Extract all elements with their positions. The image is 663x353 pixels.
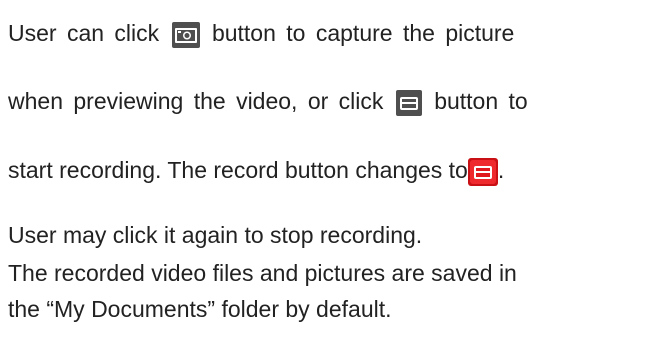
paragraph-line-1: User can click button to capture the pic… — [8, 22, 514, 48]
paragraph-line-5: The recorded video files and pictures ar… — [8, 260, 517, 286]
paragraph-line-4: User may click it again to stop recordin… — [8, 222, 423, 248]
paragraph-line-3: start recording. The record button chang… — [8, 158, 504, 186]
recording-active-icon[interactable] — [467, 158, 498, 186]
line2-text-end: button to — [434, 88, 528, 115]
record-icon[interactable] — [395, 90, 422, 116]
camera-capture-icon[interactable] — [171, 22, 200, 48]
paragraph-line-6: the “My Documents” folder by default. — [8, 296, 392, 322]
line2-text-start: when previewing the video, or click — [8, 88, 384, 115]
line1-text-start: User can click — [8, 20, 160, 47]
line3-text-end: . — [497, 157, 505, 184]
line1-text-end: button to capture the picture — [211, 20, 515, 47]
paragraph-line-2: when previewing the video, or click butt… — [8, 90, 528, 116]
line3-text-start: start recording. The record button chang… — [8, 157, 468, 184]
